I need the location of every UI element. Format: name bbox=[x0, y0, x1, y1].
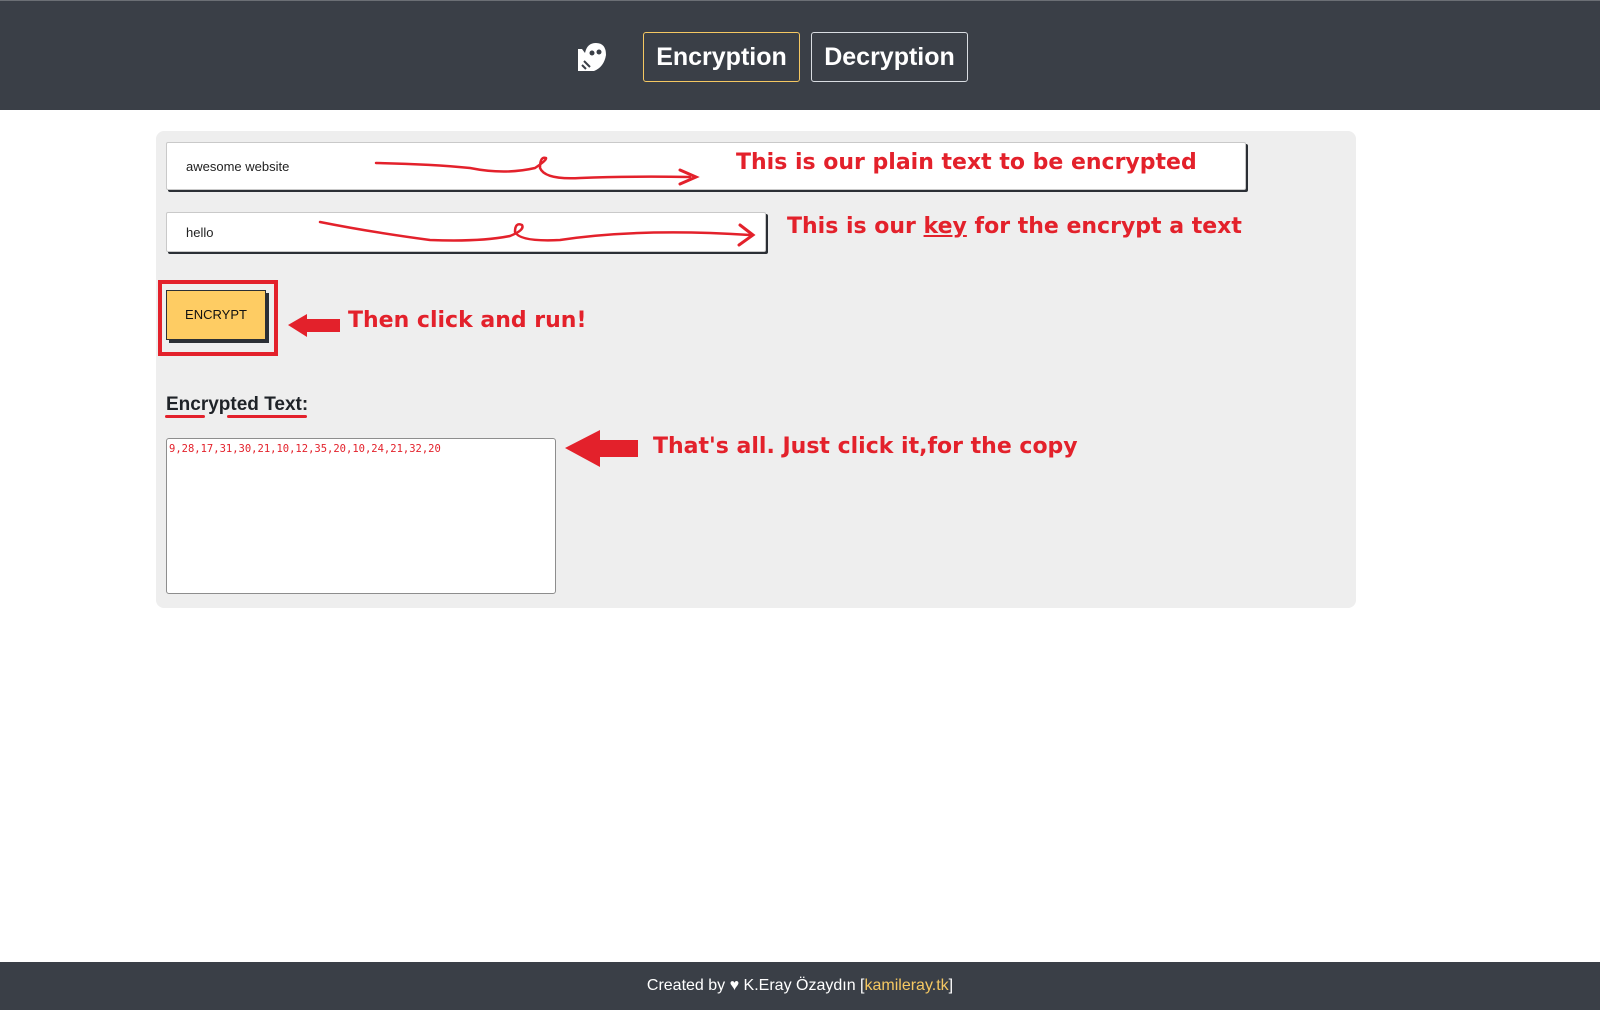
label-underline-mark bbox=[227, 415, 307, 418]
key-annotation: This is our key for the encrypt a text bbox=[787, 214, 1242, 239]
run-annotation: Then click and run! bbox=[348, 308, 587, 333]
footer-bracket: ] bbox=[948, 977, 954, 994]
page-footer: Created by ♥ K.Eray Özaydın [kamileray.t… bbox=[0, 962, 1600, 1010]
ghost-icon[interactable] bbox=[570, 39, 610, 77]
copy-annotation: That's all. Just click it,for the copy bbox=[653, 434, 1078, 459]
key-annotation-keyword: key bbox=[923, 214, 967, 239]
encrypted-text-label: Encrypted Text: bbox=[166, 394, 309, 415]
footer-credit: Created by ♥ K.Eray Özaydın [ bbox=[646, 977, 865, 994]
encrypted-output-textarea[interactable]: 9,28,17,31,30,21,10,12,35,20,10,24,21,32… bbox=[166, 438, 556, 594]
encrypt-button[interactable]: ENCRYPT bbox=[166, 290, 266, 340]
tab-decryption[interactable]: Decryption bbox=[811, 32, 968, 82]
tab-encryption[interactable]: Encryption bbox=[643, 32, 800, 82]
top-navbar: Encryption Decryption bbox=[0, 0, 1600, 110]
key-input[interactable]: hello bbox=[166, 212, 766, 252]
plain-text-annotation: This is our plain text to be encrypted bbox=[736, 150, 1197, 175]
key-annotation-suffix: for the encrypt a text bbox=[966, 214, 1242, 239]
label-underline-mark bbox=[165, 415, 205, 418]
key-annotation-prefix: This is our bbox=[787, 214, 924, 239]
footer-link[interactable]: kamileray.tk bbox=[864, 977, 948, 994]
